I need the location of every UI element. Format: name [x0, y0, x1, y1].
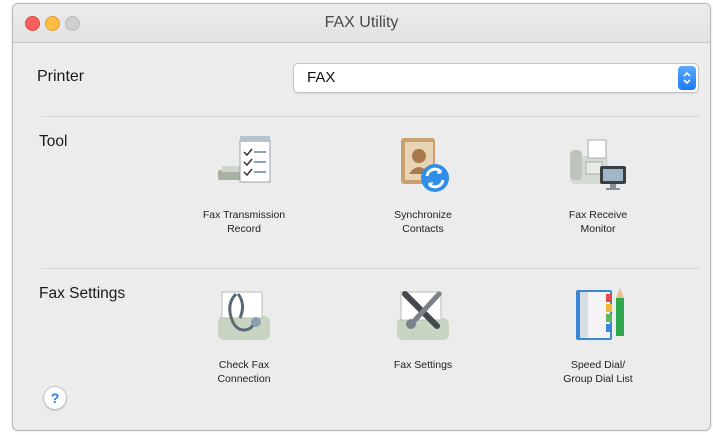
window-title: FAX Utility — [324, 14, 399, 31]
fax-settings-icon — [397, 291, 449, 340]
fax-settings-button[interactable]: Fax Settings — [348, 280, 498, 372]
synchronize-contacts-button[interactable]: Synchronize Contacts — [348, 130, 498, 236]
check-fax-connection-button[interactable]: Check Fax Connection — [169, 280, 319, 386]
tool-label: Fax Transmission Record — [202, 209, 286, 235]
printer-label: Printer — [37, 68, 85, 85]
fax-utility-window: FAX Utility Printer FAX Tool Fax Transmi… — [12, 3, 711, 431]
title-bar[interactable]: FAX Utility — [13, 4, 710, 43]
tool-label: Fax Settings — [393, 359, 453, 371]
transmission-record-icon — [218, 136, 271, 183]
tool-label: Synchronize Contacts — [394, 209, 452, 235]
receive-monitor-icon — [570, 139, 626, 190]
divider — [41, 116, 699, 117]
speed-dial-icon — [576, 288, 624, 340]
tool-label: Speed Dial/ Group Dial List — [563, 359, 633, 385]
section-label-tool: Tool — [39, 133, 68, 150]
check-connection-icon — [218, 291, 270, 340]
printer-select[interactable]: FAX — [293, 63, 699, 93]
tool-label: Fax Receive Monitor — [568, 209, 628, 235]
section-label-fax-settings: Fax Settings — [39, 285, 126, 302]
help-button[interactable]: ? — [43, 386, 67, 410]
divider — [41, 268, 699, 269]
fax-transmission-record-button[interactable]: Fax Transmission Record — [169, 130, 319, 236]
speed-dial-group-dial-list-button[interactable]: Speed Dial/ Group Dial List — [523, 280, 673, 386]
tool-label: Check Fax Connection — [217, 359, 271, 385]
select-arrows-icon — [678, 66, 696, 90]
fax-receive-monitor-button[interactable]: Fax Receive Monitor — [523, 130, 673, 236]
printer-select-value: FAX — [307, 69, 336, 86]
sync-contacts-icon — [401, 138, 449, 192]
